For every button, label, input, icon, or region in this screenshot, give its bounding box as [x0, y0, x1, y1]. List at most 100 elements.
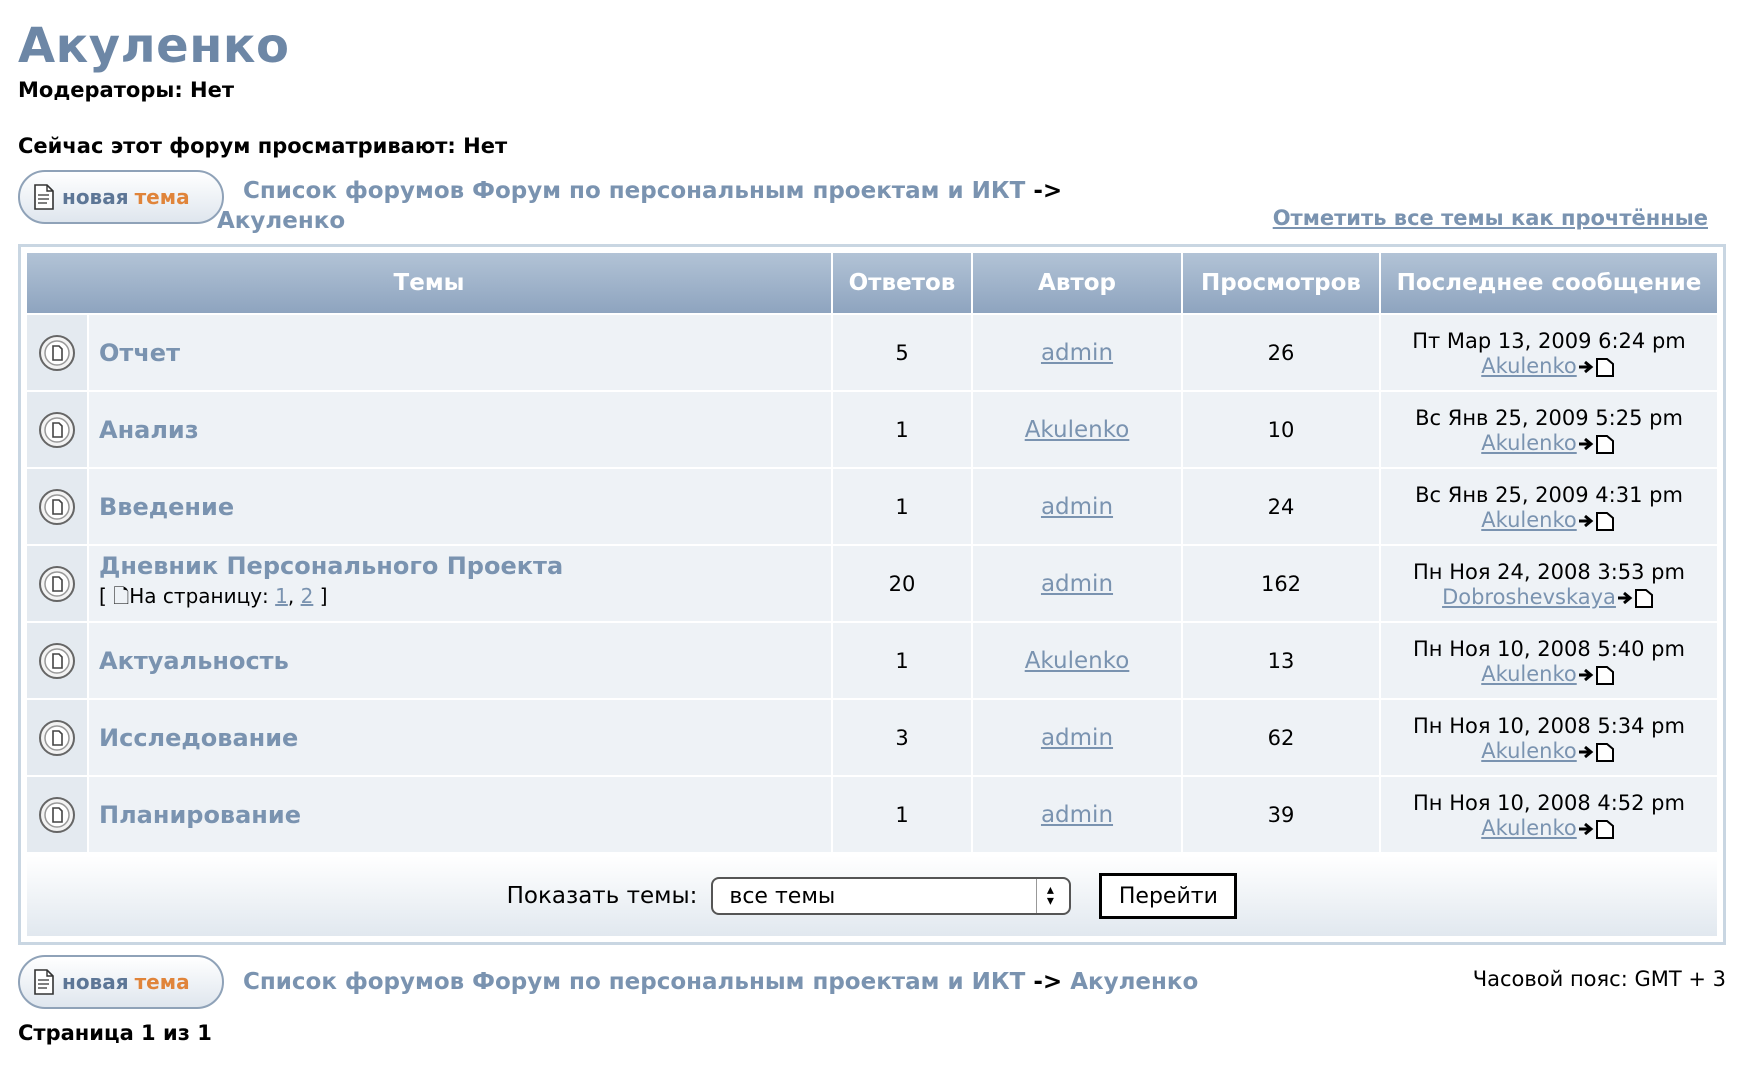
breadcrumb-separator: -> [1033, 969, 1063, 995]
table-row: Актуальность 1 Akulenko 13 Пн Ноя 10, 2008 5… [27, 623, 1717, 698]
last-post-author-link[interactable]: Akulenko [1481, 431, 1577, 455]
go-button[interactable]: Перейти [1099, 873, 1238, 919]
page-doc-icon: 🗋 [113, 583, 130, 608]
last-post-cell: Пн Ноя 10, 2008 4:52 pm Akulenko [1381, 777, 1717, 852]
topic-link[interactable]: Дневник Персонального Проекта [99, 552, 563, 580]
author-link[interactable]: Akulenko [1025, 417, 1130, 443]
last-post-date: Вс Янв 25, 2009 4:31 pm [1415, 482, 1683, 507]
table-row: Планирование 1 admin 39 Пн Ноя 10, 2008 4:52… [27, 777, 1717, 852]
breadcrumb-root-link[interactable]: Список форумов Форум по персональным про… [243, 969, 1025, 995]
last-post-cell: Пн Ноя 10, 2008 5:40 pm Akulenko [1381, 623, 1717, 698]
header-replies: Ответов [833, 253, 971, 313]
topic-cell: Анализ [89, 392, 831, 467]
replies-count: 1 [833, 392, 971, 467]
topic-cell: Планирование [89, 777, 831, 852]
topic-icon-cell [27, 623, 87, 698]
last-post-author-link[interactable]: Akulenko [1481, 739, 1577, 763]
topic-status-icon [39, 488, 75, 525]
breadcrumb-current-link[interactable]: Акуленко [1070, 969, 1198, 995]
replies-count: 1 [833, 777, 971, 852]
page-link-2[interactable]: 2 [301, 584, 314, 608]
last-post-date: Вс Янв 25, 2009 5:25 pm [1415, 405, 1683, 430]
goto-last-post-icon[interactable] [1577, 357, 1617, 377]
table-row: Анализ 1 Akulenko 10 Вс Янв 25, 2009 5:25 pm… [27, 392, 1717, 467]
author-cell: admin [973, 777, 1181, 852]
author-link[interactable]: admin [1041, 494, 1113, 520]
last-post-author-link[interactable]: Akulenko [1481, 662, 1577, 686]
topic-icon-cell [27, 546, 87, 621]
goto-last-post-icon[interactable] [1577, 742, 1617, 762]
last-post-author-link[interactable]: Akulenko [1481, 816, 1577, 840]
top-nav-row: новая тема Список форумов Форум по персо… [18, 170, 1726, 240]
replies-count: 1 [833, 623, 971, 698]
replies-count: 20 [833, 546, 971, 621]
topic-link[interactable]: Актуальность [99, 647, 289, 675]
topics-filter-select[interactable]: все темы ▴ ▾ [711, 877, 1072, 915]
new-topic-word1: новая [62, 970, 129, 994]
last-post-author-link[interactable]: Akulenko [1481, 354, 1577, 378]
new-topic-button[interactable]: новая тема [18, 170, 224, 224]
topic-status-icon [39, 719, 75, 756]
topic-link[interactable]: Отчет [99, 339, 180, 367]
last-post-cell: Вс Янв 25, 2009 5:25 pm Akulenko [1381, 392, 1717, 467]
timezone-info: Часовой пояс: GMT + 3 [1472, 967, 1726, 991]
pagination-info: Страница 1 из 1 [18, 1021, 212, 1045]
table-row: Дневник Персонального Проекта[ 🗋На стран… [27, 546, 1717, 621]
author-link[interactable]: admin [1041, 725, 1113, 751]
topic-link[interactable]: Исследование [99, 724, 298, 752]
views-count: 24 [1183, 469, 1379, 544]
views-count: 10 [1183, 392, 1379, 467]
pages-prefix: [ [99, 583, 107, 608]
breadcrumb: Список форумов Форум по персональным про… [217, 176, 1123, 236]
table-header-row: Темы Ответов Автор Просмотров Последнее … [27, 253, 1717, 313]
topic-link[interactable]: Планирование [99, 801, 301, 829]
author-cell: admin [973, 315, 1181, 390]
mark-all-read-link[interactable]: Отметить все темы как прочтённые [1273, 206, 1708, 230]
last-post-cell: Вс Янв 25, 2009 4:31 pm Akulenko [1381, 469, 1717, 544]
goto-last-post-icon[interactable] [1616, 588, 1656, 608]
author-link[interactable]: admin [1041, 571, 1113, 597]
topic-link[interactable]: Анализ [99, 416, 199, 444]
views-count: 26 [1183, 315, 1379, 390]
breadcrumb-root-link[interactable]: Список форумов Форум по персональным про… [243, 178, 1025, 204]
last-post-author-link[interactable]: Dobroshevskaya [1442, 585, 1616, 609]
goto-last-post-icon[interactable] [1577, 434, 1617, 454]
replies-count: 5 [833, 315, 971, 390]
goto-last-post-icon[interactable] [1577, 511, 1617, 531]
author-link[interactable]: Akulenko [1025, 648, 1130, 674]
new-topic-button-bottom[interactable]: новая тема [18, 955, 224, 1009]
page-link-1[interactable]: 1 [275, 584, 288, 608]
topic-icon-cell [27, 700, 87, 775]
new-topic-doc-icon [34, 184, 54, 210]
forum-title: Акуленко [18, 18, 290, 74]
topics-table: Темы Ответов Автор Просмотров Последнее … [25, 251, 1719, 854]
topic-cell: Актуальность [89, 623, 831, 698]
filter-label: Показать темы: [506, 883, 698, 909]
goto-last-post-icon[interactable] [1577, 665, 1617, 685]
filter-selected-value: все темы [729, 883, 836, 909]
author-link[interactable]: admin [1041, 802, 1113, 828]
pages-label: На страницу: [129, 583, 269, 608]
pages-suffix: ] [319, 583, 328, 608]
topic-status-icon [39, 642, 75, 679]
forum-page: Акуленко Модераторы: Нет Сейчас этот фор… [0, 0, 1744, 1045]
last-post-date: Пн Ноя 24, 2008 3:53 pm [1413, 559, 1685, 584]
header-author: Автор [973, 253, 1181, 313]
views-count: 162 [1183, 546, 1379, 621]
author-link[interactable]: admin [1041, 340, 1113, 366]
breadcrumb-current-link[interactable]: Акуленко [217, 206, 1123, 236]
topics-container: Темы Ответов Автор Просмотров Последнее … [18, 244, 1726, 945]
last-post-author-link[interactable]: Akulenko [1481, 508, 1577, 532]
replies-count: 1 [833, 469, 971, 544]
new-topic-word1: новая [62, 185, 129, 209]
topic-pages: [ 🗋На страницу: 1, 2 ] [99, 582, 831, 616]
topic-cell: Исследование [89, 700, 831, 775]
new-topic-doc-icon [34, 969, 54, 995]
header-views: Просмотров [1183, 253, 1379, 313]
author-cell: Akulenko [973, 623, 1181, 698]
goto-last-post-icon[interactable] [1577, 819, 1617, 839]
topic-cell: Дневник Персонального Проекта[ 🗋На стран… [89, 546, 831, 621]
topic-link[interactable]: Введение [99, 493, 234, 521]
breadcrumb-separator: -> [1033, 178, 1063, 204]
viewers-info: Сейчас этот форум просматривают: Нет [18, 134, 508, 158]
